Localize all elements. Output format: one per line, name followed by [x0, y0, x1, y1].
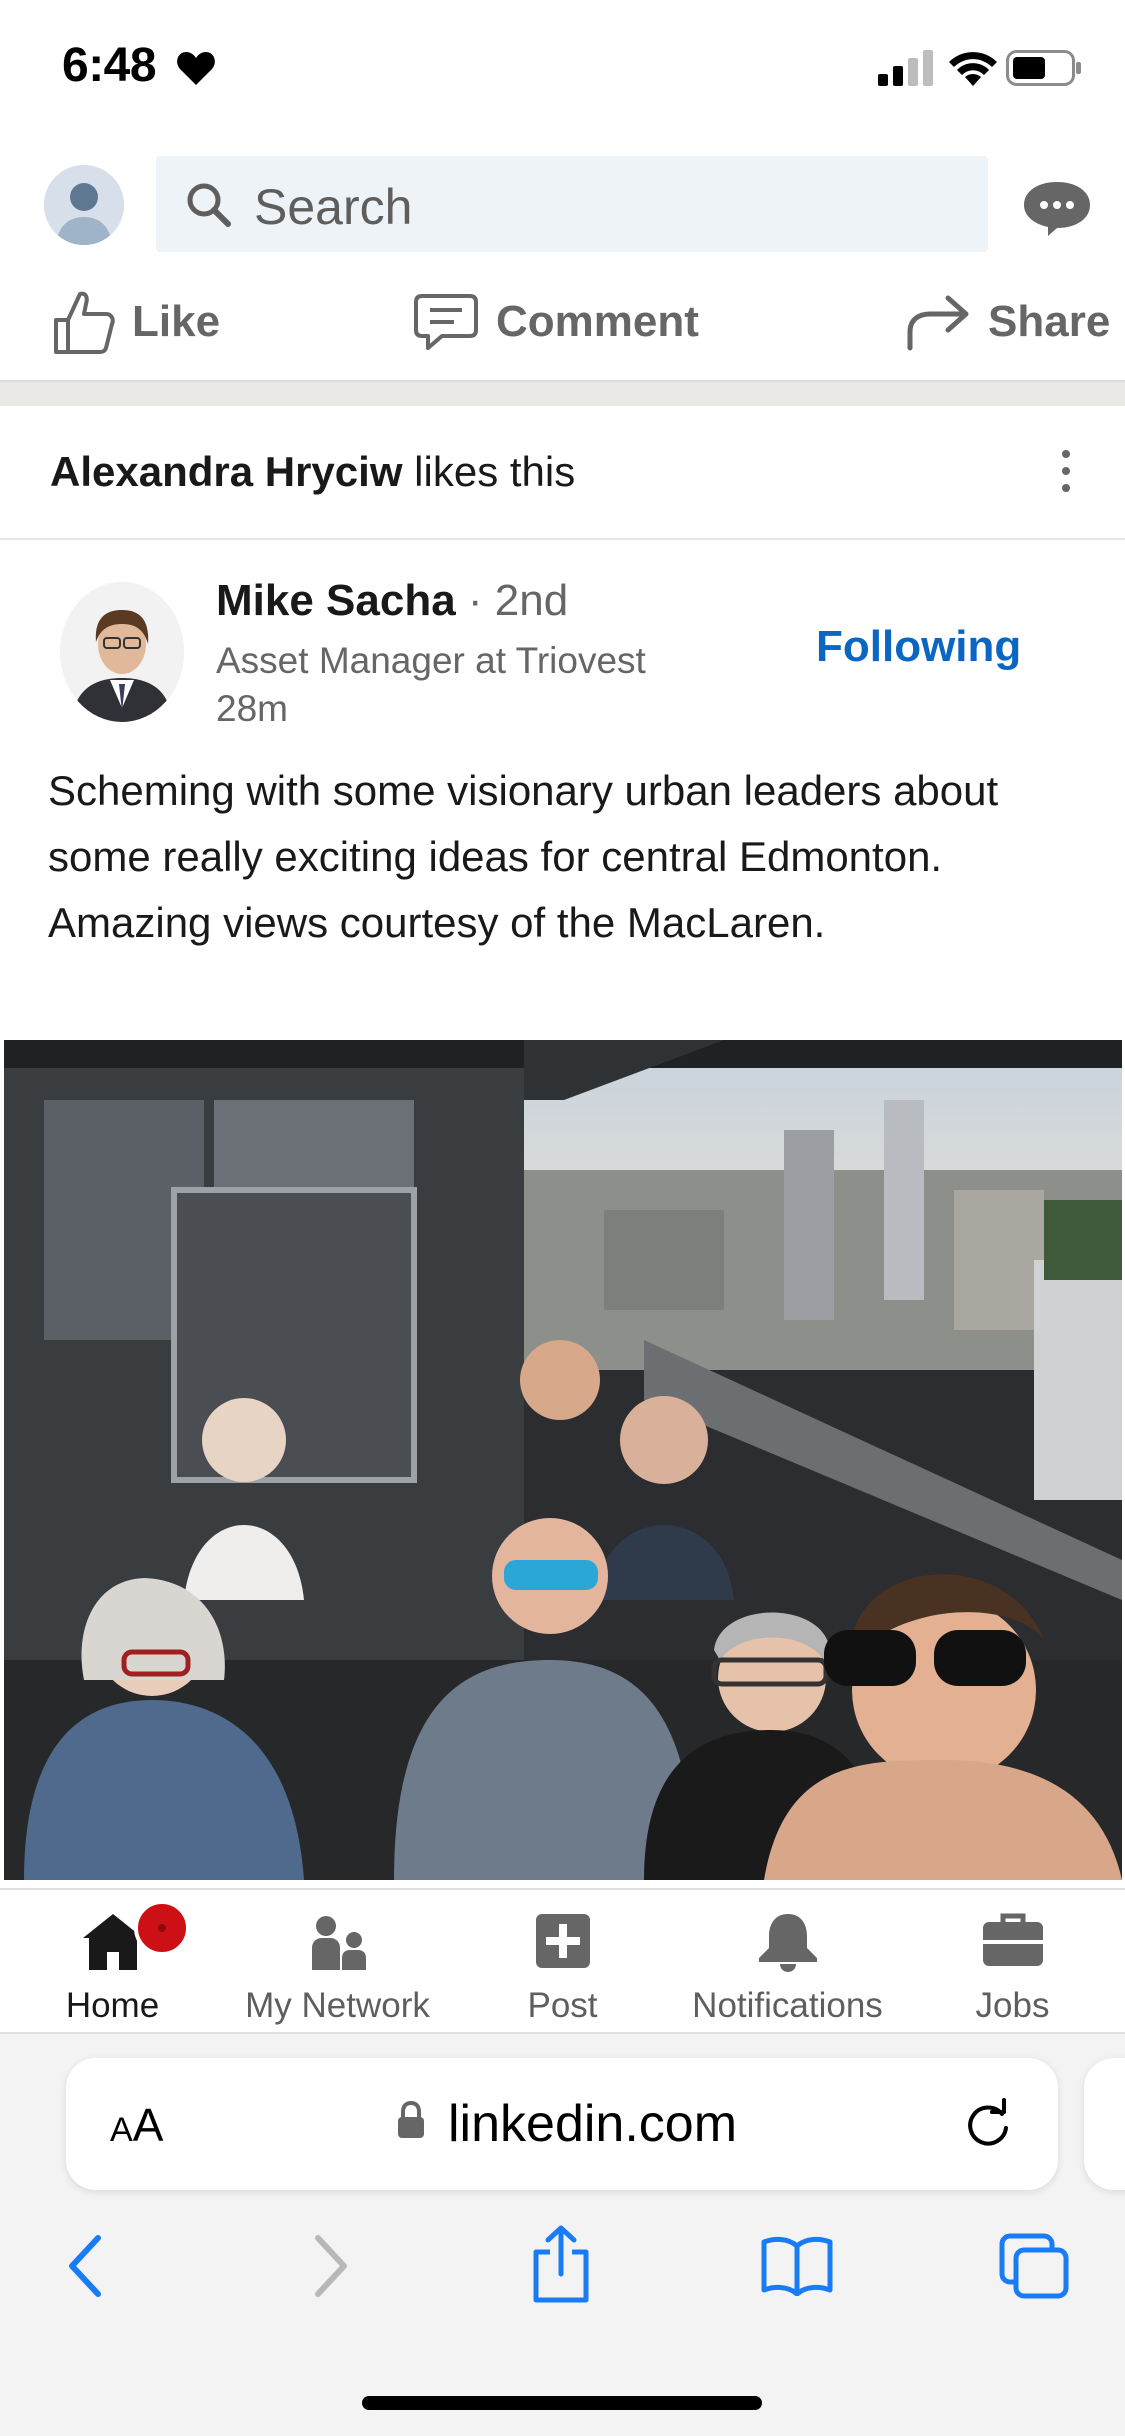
thumbs-up-icon	[54, 291, 115, 354]
status-bar: 6:48	[0, 0, 1125, 140]
nav-notifications-label: Notifications	[692, 1986, 883, 2025]
wifi-icon	[949, 52, 997, 86]
reload-icon[interactable]	[962, 2098, 1014, 2150]
share-label: Share	[988, 297, 1111, 346]
search-icon	[187, 183, 231, 227]
text-size-button[interactable]: AA	[110, 2098, 163, 2152]
lock-icon	[398, 2100, 424, 2138]
nav-my-network[interactable]: My Network	[225, 1890, 450, 2036]
more-options-icon[interactable]	[1054, 446, 1078, 496]
author-line: Mike Sacha · 2nd	[216, 576, 568, 626]
search-placeholder: Search	[254, 179, 413, 235]
browser-toolbar: AA linkedin.com	[0, 2034, 1125, 2436]
address-bar[interactable]: AA linkedin.com	[66, 2058, 1058, 2190]
post-icon	[535, 1914, 590, 1968]
notification-badge	[134, 1900, 190, 1956]
post-text: Scheming with some visionary urban leade…	[48, 767, 999, 946]
nav-jobs-label: Jobs	[975, 1986, 1050, 2025]
bookmarks-icon[interactable]	[760, 2234, 834, 2296]
nav-home[interactable]: Home	[0, 1890, 225, 2036]
author-name[interactable]: Mike Sacha	[216, 576, 456, 625]
nav-jobs[interactable]: Jobs	[900, 1890, 1125, 2036]
top-search-header: Search	[0, 140, 1125, 270]
search-input[interactable]: Search	[156, 156, 988, 252]
comment-button[interactable]: Comment	[412, 282, 699, 362]
status-time: 6:48	[62, 39, 157, 92]
home-indicator[interactable]	[362, 2396, 762, 2410]
like-button[interactable]: Like	[52, 282, 220, 362]
back-icon[interactable]	[66, 2234, 106, 2298]
messaging-icon[interactable]	[1022, 178, 1092, 238]
author-photo[interactable]	[60, 582, 184, 722]
social-action-text: likes this	[402, 448, 576, 495]
author-headline: Asset Manager at Triovest	[216, 640, 646, 681]
share-button[interactable]: Share	[906, 282, 1110, 362]
connection-degree: · 2nd	[455, 576, 569, 625]
heart-icon	[177, 52, 215, 85]
social-actor-name[interactable]: Alexandra Hryciw	[50, 448, 403, 495]
nav-home-label: Home	[65, 1986, 160, 2025]
tabs-icon[interactable]	[998, 2232, 1070, 2300]
bottom-navigation: Home My Network Post Notifications Jobs	[0, 1888, 1125, 2034]
bell-icon	[758, 1914, 817, 1972]
network-icon	[311, 1916, 366, 1970]
social-context-row: Alexandra Hryciw likes this	[0, 406, 1125, 540]
post-photo[interactable]	[4, 1040, 1122, 1880]
post-action-bar: Like Comment Share	[0, 270, 1125, 380]
profile-avatar[interactable]	[44, 165, 124, 245]
battery-icon	[1006, 50, 1081, 86]
nav-notifications[interactable]: Notifications	[675, 1890, 900, 2036]
comment-icon	[414, 294, 478, 350]
like-label: Like	[132, 297, 221, 346]
forward-icon[interactable]	[310, 2234, 350, 2298]
comment-label: Comment	[496, 297, 699, 346]
nav-post[interactable]: Post	[450, 1890, 675, 2036]
post-timestamp: 28m	[216, 688, 288, 729]
feed-divider	[0, 380, 1125, 406]
nav-post-label: Post	[527, 1986, 598, 2025]
social-context-text: Alexandra Hryciw likes this	[50, 448, 575, 496]
share-arrow-icon	[907, 295, 969, 351]
nav-my-network-label: My Network	[245, 1986, 430, 2025]
cellular-signal-icon	[878, 50, 933, 86]
share-icon[interactable]	[530, 2224, 592, 2304]
following-button[interactable]: Following	[816, 622, 1021, 672]
next-tab-preview[interactable]	[1084, 2058, 1125, 2190]
briefcase-icon	[982, 1913, 1043, 1966]
url-text: linkedin.com	[448, 2095, 738, 2153]
